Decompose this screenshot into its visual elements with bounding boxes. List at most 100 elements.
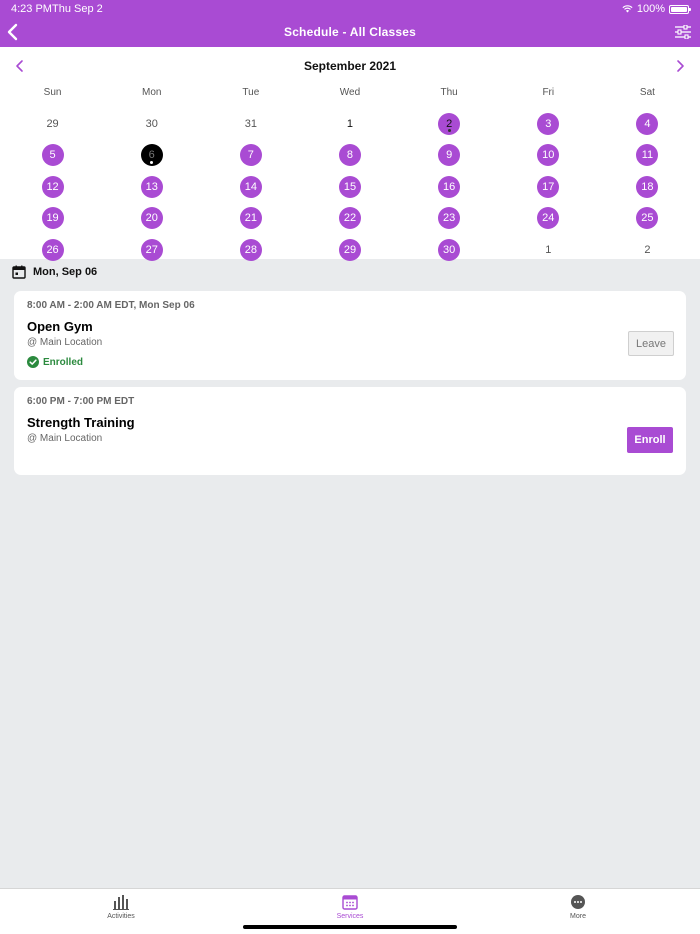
weekday-label: Sun — [43, 87, 62, 98]
calendar-day[interactable]: 27 — [102, 234, 201, 266]
calendar-day[interactable]: 15 — [300, 171, 399, 203]
calendar-day[interactable]: 31 — [201, 108, 300, 140]
calendar-day[interactable]: 26 — [3, 234, 102, 266]
selected-date-header: Mon, Sep 06 — [12, 265, 97, 279]
tab-label: Activities — [107, 913, 135, 920]
status-indicators: 100% — [622, 3, 691, 15]
class-card[interactable]: 6:00 PM - 7:00 PM EDT Strength Training … — [14, 387, 686, 475]
status-date: Thu Sep 2 — [52, 3, 103, 15]
calendar-day[interactable]: 16 — [400, 171, 499, 203]
calendar-day[interactable]: 29 — [300, 234, 399, 266]
calendar-day-number: 18 — [636, 175, 659, 198]
battery-percent: 100% — [636, 3, 665, 15]
calendar-day[interactable]: 14 — [201, 171, 300, 203]
calendar-day[interactable]: 13 — [102, 171, 201, 203]
weekday-header: Sun Mon Tue Wed Thu Fri Sat — [3, 87, 697, 98]
calendar-day[interactable]: 22 — [300, 203, 399, 235]
bar-chart-icon — [113, 895, 129, 910]
calendar-day[interactable]: 5 — [3, 140, 102, 172]
calendar-day-number: 16 — [438, 175, 461, 198]
home-indicator — [243, 925, 457, 929]
calendar-day[interactable]: 1 — [499, 234, 598, 266]
weekday-label: Wed — [339, 87, 361, 98]
calendar-day-number: 12 — [41, 175, 64, 198]
calendar-day[interactable]: 30 — [400, 234, 499, 266]
calendar-day-number: 11 — [636, 144, 659, 167]
chevron-right-icon[interactable] — [674, 59, 686, 73]
calendar-day[interactable]: 28 — [201, 234, 300, 266]
weekday-label: Mon — [141, 87, 162, 98]
calendar-day[interactable]: 30 — [102, 108, 201, 140]
calendar-day[interactable]: 24 — [499, 203, 598, 235]
calendar-day-number: 25 — [636, 207, 659, 230]
calendar-day[interactable]: 8 — [300, 140, 399, 172]
calendar-day[interactable]: 4 — [598, 108, 697, 140]
check-circle-icon — [27, 356, 39, 368]
calendar-day-number: 31 — [244, 117, 257, 130]
calendar-day[interactable]: 12 — [3, 171, 102, 203]
calendar-day-number: 1 — [545, 243, 552, 256]
status-time: 4:23 PM — [11, 3, 52, 15]
weekday-label: Thu — [440, 87, 458, 98]
class-location: @ Main Location — [27, 433, 103, 444]
calendar-day-number: 17 — [537, 175, 560, 198]
selected-date-label: Mon, Sep 06 — [33, 266, 98, 278]
calendar-day[interactable]: 25 — [598, 203, 697, 235]
class-location: @ Main Location — [27, 337, 103, 348]
calendar-day-number: 30 — [145, 117, 158, 130]
weekday-label: Tue — [242, 87, 260, 98]
tab-services[interactable]: Services — [290, 894, 410, 920]
calendar-day[interactable]: 7 — [201, 140, 300, 172]
calendar-day-number: 24 — [537, 207, 560, 230]
class-time: 6:00 PM - 7:00 PM EDT — [27, 396, 135, 407]
calendar-day-number: 23 — [438, 207, 461, 230]
enrolled-label: Enrolled — [43, 356, 84, 368]
calendar-day[interactable]: 18 — [598, 171, 697, 203]
calendar-day-number: 26 — [41, 238, 64, 261]
leave-button[interactable]: Leave — [628, 331, 674, 356]
calendar-day[interactable]: 23 — [400, 203, 499, 235]
class-title: Open Gym — [27, 319, 93, 334]
calendar-day-number: 1 — [346, 117, 354, 130]
calendar-day-number: 8 — [338, 144, 361, 167]
calendar-day[interactable]: 6 — [102, 140, 201, 172]
calendar-day-number: 2 — [644, 243, 651, 256]
calendar-day[interactable]: 29 — [3, 108, 102, 140]
calendar-day-number: 19 — [41, 207, 64, 230]
weekday-label: Sat — [639, 87, 655, 98]
month-calendar: September 2021 Sun Mon Tue Wed Thu Fri S… — [0, 47, 700, 261]
calendar-day[interactable]: 19 — [3, 203, 102, 235]
event-dot — [150, 160, 154, 164]
calendar-day[interactable]: 21 — [201, 203, 300, 235]
calendar-icon — [342, 895, 358, 910]
calendar-day-number: 15 — [338, 175, 361, 198]
tab-more[interactable]: More — [518, 894, 638, 920]
calendar-day[interactable]: 1 — [300, 108, 399, 140]
tab-label: More — [570, 913, 586, 920]
calendar-day[interactable]: 2 — [400, 108, 499, 140]
calendar-day-number: 4 — [636, 112, 659, 135]
tab-label: Services — [336, 913, 364, 920]
calendar-day[interactable]: 17 — [499, 171, 598, 203]
calendar-day[interactable]: 2 — [598, 234, 697, 266]
calendar-day[interactable]: 3 — [499, 108, 598, 140]
calendar-day-number: 30 — [438, 238, 461, 261]
class-card[interactable]: 8:00 AM - 2:00 AM EDT, Mon Sep 06 Open G… — [14, 291, 686, 380]
calendar-day[interactable]: 20 — [102, 203, 201, 235]
calendar-day[interactable]: 9 — [400, 140, 499, 172]
calendar-day-number: 14 — [239, 175, 262, 198]
calendar-day-number: 3 — [537, 112, 560, 135]
page-title: Schedule - All Classes — [283, 25, 416, 39]
sliders-icon[interactable] — [675, 25, 691, 39]
class-time: 8:00 AM - 2:00 AM EDT, Mon Sep 06 — [27, 300, 195, 311]
tab-activities[interactable]: Activities — [61, 894, 181, 920]
calendar-day-number: 9 — [438, 144, 461, 167]
calendar-day[interactable]: 10 — [499, 140, 598, 172]
class-title: Strength Training — [27, 415, 135, 430]
calendar-day[interactable]: 11 — [598, 140, 697, 172]
month-title: September 2021 — [303, 59, 397, 73]
enroll-button[interactable]: Enroll — [627, 427, 673, 453]
calendar-day-number: 29 — [338, 238, 361, 261]
calendar-day-number: 28 — [239, 238, 262, 261]
battery-icon — [669, 4, 691, 14]
